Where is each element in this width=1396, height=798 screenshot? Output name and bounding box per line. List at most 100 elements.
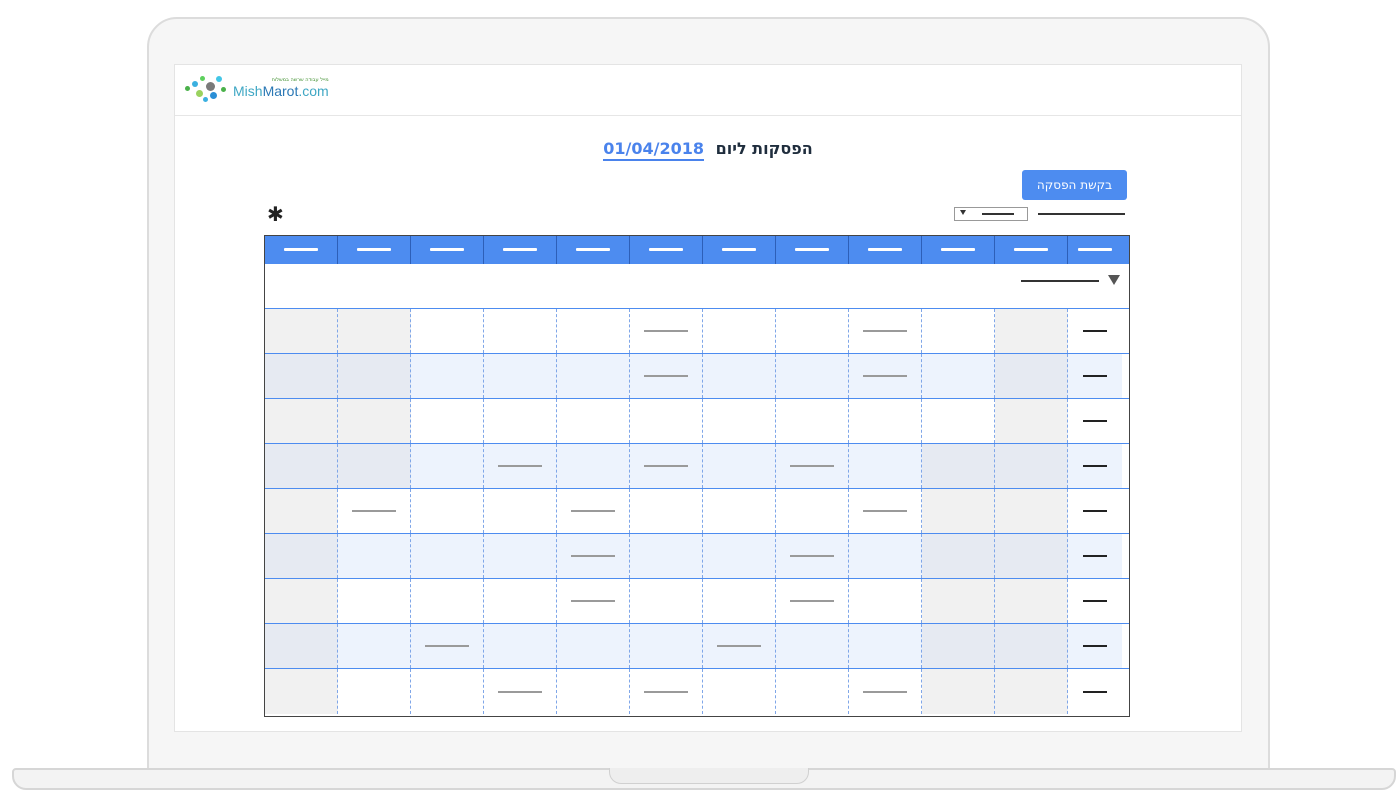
table-cell[interactable] bbox=[411, 444, 484, 488]
table-cell[interactable] bbox=[630, 534, 703, 578]
table-cell[interactable] bbox=[776, 354, 849, 398]
table-cell[interactable] bbox=[922, 399, 995, 443]
break-slot[interactable] bbox=[790, 600, 834, 602]
table-cell[interactable] bbox=[995, 534, 1068, 578]
table-cell[interactable] bbox=[484, 399, 557, 443]
break-slot[interactable] bbox=[863, 375, 907, 377]
table-cell[interactable] bbox=[265, 309, 338, 353]
table-cell[interactable] bbox=[557, 354, 630, 398]
table-cell[interactable] bbox=[265, 669, 338, 714]
table-cell[interactable] bbox=[338, 669, 411, 714]
break-slot[interactable] bbox=[644, 330, 688, 332]
table-cell[interactable] bbox=[557, 624, 630, 668]
table-cell[interactable] bbox=[630, 444, 703, 488]
table-cell[interactable] bbox=[776, 624, 849, 668]
column-header[interactable] bbox=[265, 236, 338, 264]
logo[interactable]: מייל עבודה שרשה במשלוח MishMarot.com bbox=[183, 71, 329, 105]
table-cell[interactable] bbox=[995, 669, 1068, 714]
break-slot[interactable] bbox=[863, 330, 907, 332]
table-cell[interactable] bbox=[703, 399, 776, 443]
table-cell[interactable] bbox=[630, 579, 703, 623]
table-cell[interactable] bbox=[849, 309, 922, 353]
table-cell[interactable] bbox=[338, 444, 411, 488]
table-cell[interactable] bbox=[849, 534, 922, 578]
table-cell[interactable] bbox=[484, 624, 557, 668]
break-slot[interactable] bbox=[644, 375, 688, 377]
table-cell[interactable] bbox=[776, 669, 849, 714]
break-slot[interactable] bbox=[571, 510, 615, 512]
table-cell[interactable] bbox=[265, 489, 338, 533]
column-header[interactable] bbox=[776, 236, 849, 264]
table-cell[interactable] bbox=[630, 624, 703, 668]
break-slot[interactable] bbox=[498, 690, 542, 693]
table-cell[interactable] bbox=[630, 354, 703, 398]
table-cell[interactable] bbox=[995, 444, 1068, 488]
table-cell[interactable] bbox=[995, 399, 1068, 443]
column-header[interactable] bbox=[630, 236, 703, 264]
table-cell[interactable] bbox=[703, 534, 776, 578]
table-cell[interactable] bbox=[849, 624, 922, 668]
table-cell[interactable] bbox=[484, 309, 557, 353]
table-cell[interactable] bbox=[922, 669, 995, 714]
table-cell[interactable] bbox=[338, 309, 411, 353]
table-cell[interactable] bbox=[703, 309, 776, 353]
table-cell[interactable] bbox=[849, 399, 922, 443]
table-cell[interactable] bbox=[703, 669, 776, 714]
table-cell[interactable] bbox=[849, 669, 922, 714]
table-cell[interactable] bbox=[411, 354, 484, 398]
table-cell[interactable] bbox=[995, 309, 1068, 353]
table-cell[interactable] bbox=[557, 309, 630, 353]
table-cell[interactable] bbox=[849, 444, 922, 488]
table-cell[interactable] bbox=[922, 354, 995, 398]
table-cell[interactable] bbox=[776, 309, 849, 353]
table-cell[interactable] bbox=[411, 489, 484, 533]
table-cell[interactable] bbox=[411, 579, 484, 623]
table-cell[interactable] bbox=[484, 534, 557, 578]
table-cell[interactable] bbox=[557, 489, 630, 533]
break-slot[interactable] bbox=[571, 600, 615, 602]
date-link[interactable]: 01/04/2018 bbox=[603, 139, 704, 161]
table-cell[interactable] bbox=[703, 624, 776, 668]
table-cell[interactable] bbox=[557, 444, 630, 488]
break-slot[interactable] bbox=[790, 555, 834, 557]
table-cell[interactable] bbox=[557, 669, 630, 714]
column-header[interactable] bbox=[703, 236, 776, 264]
table-cell[interactable] bbox=[849, 354, 922, 398]
break-slot[interactable] bbox=[863, 510, 907, 512]
table-cell[interactable] bbox=[630, 489, 703, 533]
table-cell[interactable] bbox=[338, 534, 411, 578]
table-cell[interactable] bbox=[995, 489, 1068, 533]
table-cell[interactable] bbox=[922, 624, 995, 668]
table-cell[interactable] bbox=[630, 669, 703, 714]
table-cell[interactable] bbox=[776, 579, 849, 623]
table-cell[interactable] bbox=[484, 444, 557, 488]
table-cell[interactable] bbox=[776, 399, 849, 443]
table-cell[interactable] bbox=[338, 624, 411, 668]
table-cell[interactable] bbox=[338, 489, 411, 533]
break-slot[interactable] bbox=[863, 690, 907, 693]
table-cell[interactable] bbox=[484, 669, 557, 714]
table-cell[interactable] bbox=[703, 489, 776, 533]
table-cell[interactable] bbox=[922, 579, 995, 623]
column-header[interactable] bbox=[1068, 236, 1122, 264]
table-cell[interactable] bbox=[776, 489, 849, 533]
table-cell[interactable] bbox=[411, 399, 484, 443]
group-row[interactable] bbox=[265, 264, 1129, 309]
table-cell[interactable] bbox=[630, 399, 703, 443]
break-slot[interactable] bbox=[717, 645, 761, 647]
table-cell[interactable] bbox=[338, 354, 411, 398]
table-cell[interactable] bbox=[484, 489, 557, 533]
table-cell[interactable] bbox=[265, 624, 338, 668]
column-header[interactable] bbox=[411, 236, 484, 264]
column-header[interactable] bbox=[557, 236, 630, 264]
table-cell[interactable] bbox=[922, 489, 995, 533]
break-slot[interactable] bbox=[571, 555, 615, 557]
table-cell[interactable] bbox=[411, 534, 484, 578]
column-header[interactable] bbox=[849, 236, 922, 264]
table-cell[interactable] bbox=[557, 534, 630, 578]
table-cell[interactable] bbox=[922, 534, 995, 578]
table-cell[interactable] bbox=[265, 354, 338, 398]
table-cell[interactable] bbox=[630, 309, 703, 353]
table-cell[interactable] bbox=[411, 624, 484, 668]
table-cell[interactable] bbox=[484, 354, 557, 398]
